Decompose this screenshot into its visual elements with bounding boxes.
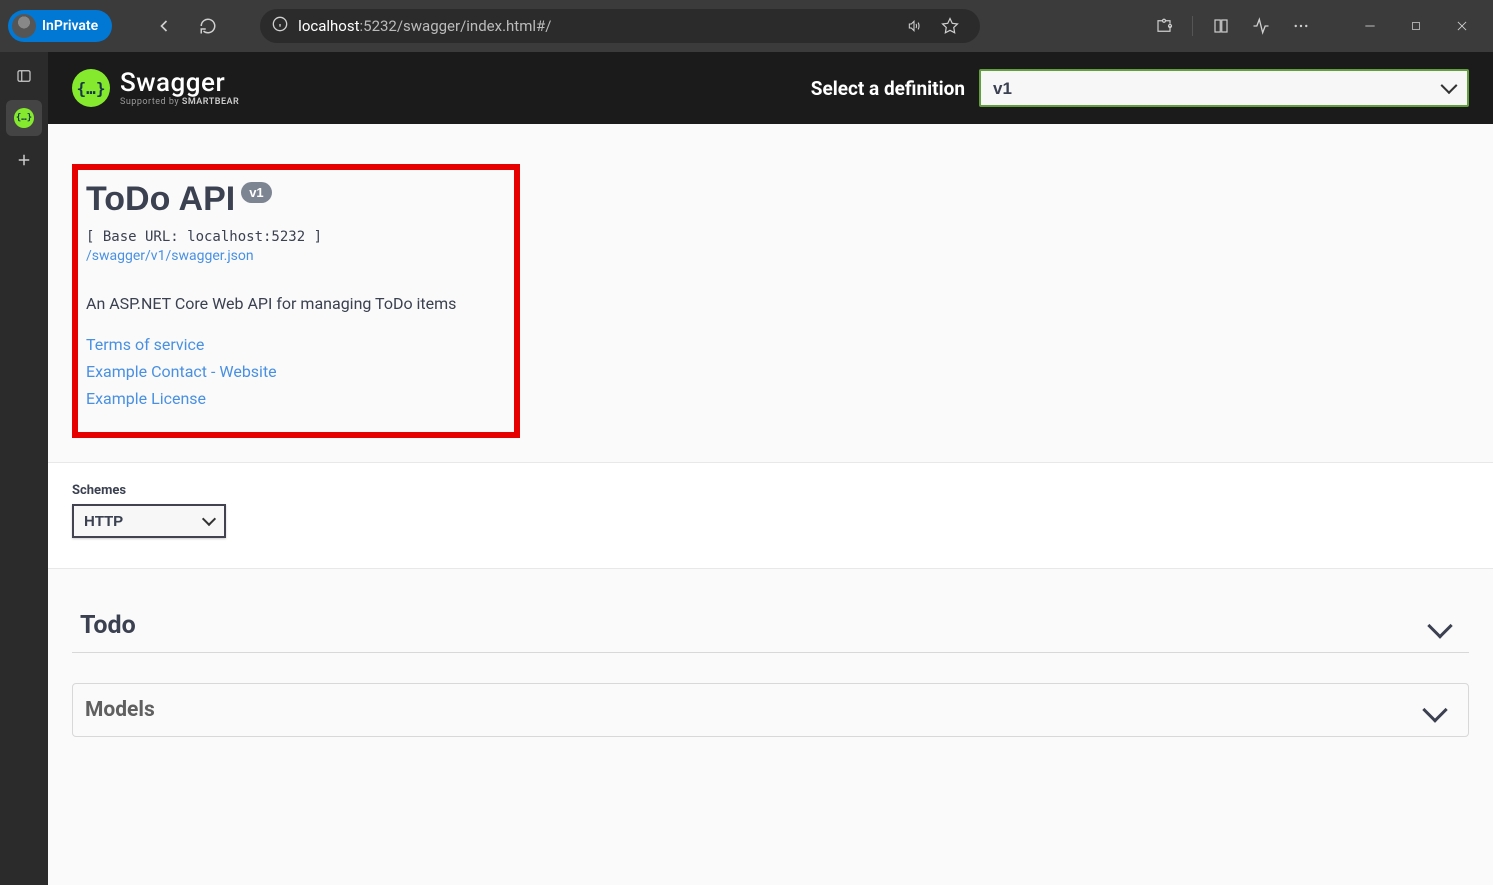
inprivate-badge[interactable]: InPrivate [8,10,112,42]
spec-link[interactable]: /swagger/v1/swagger.json [86,248,254,264]
collections-icon[interactable] [1203,8,1239,44]
site-info-icon[interactable] [272,16,288,36]
more-menu-icon[interactable] [1283,8,1319,44]
api-title: ToDo API v1 [86,180,506,219]
schemes-section: Schemes HTTP [48,462,1493,568]
models-label: Models [85,698,155,722]
chevron-down-icon [1427,613,1452,638]
tab-swagger[interactable]: {…} [6,100,42,136]
maximize-button[interactable] [1393,8,1439,44]
swagger-logo[interactable]: {…} Swagger Supported by SMARTBEAR [72,69,239,107]
swagger-logo-subtext: Supported by SMARTBEAR [120,98,239,107]
browser-toolbar: InPrivate localhost:5232/swagger/index.h… [0,0,1493,52]
base-url: [ Base URL: localhost:5232 ] [86,229,506,245]
inprivate-label: InPrivate [42,18,98,34]
address-bar[interactable]: localhost:5232/swagger/index.html#/ [260,9,980,43]
favorite-star-icon[interactable] [936,12,964,40]
chevron-down-icon [1422,697,1447,722]
api-info-box: ToDo API v1 [ Base URL: localhost:5232 ]… [72,164,520,438]
tag-todo-label: Todo [80,611,136,640]
profile-avatar-icon [12,14,36,38]
swagger-logo-text: Swagger [120,70,239,96]
read-aloud-icon[interactable] [900,12,928,40]
contact-link[interactable]: Example Contact - Website [86,362,506,381]
back-button[interactable] [146,8,182,44]
toolbar-divider [1192,16,1193,36]
schemes-select[interactable]: HTTP [72,504,226,538]
api-version-badge: v1 [241,182,271,203]
vertical-tab-strip: {…} [0,52,48,885]
tab-actions-button[interactable] [6,58,42,94]
refresh-button[interactable] [190,8,226,44]
url-text: localhost:5232/swagger/index.html#/ [298,17,551,35]
performance-icon[interactable] [1243,8,1279,44]
tag-todo[interactable]: Todo [72,599,1469,653]
models-section[interactable]: Models [72,683,1469,737]
swagger-topbar: {…} Swagger Supported by SMARTBEAR Selec… [48,52,1493,124]
schemes-label: Schemes [72,483,1469,498]
minimize-button[interactable] [1347,8,1393,44]
terms-link[interactable]: Terms of service [86,335,506,354]
new-tab-button[interactable] [6,142,42,178]
definition-label: Select a definition [811,77,965,100]
swagger-logo-icon: {…} [72,69,110,107]
api-description: An ASP.NET Core Web API for managing ToD… [86,294,506,313]
page-viewport[interactable]: {…} Swagger Supported by SMARTBEAR Selec… [48,52,1493,885]
definition-select[interactable]: v1 [979,69,1469,107]
license-link[interactable]: Example License [86,389,506,408]
extensions-icon[interactable] [1146,8,1182,44]
close-window-button[interactable] [1439,8,1485,44]
